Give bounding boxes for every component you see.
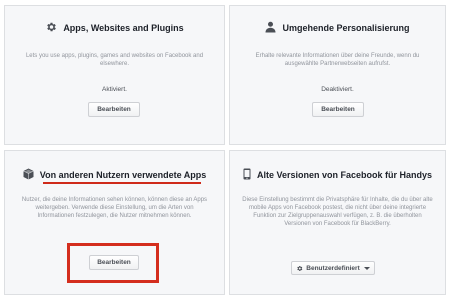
panel-title-row: Von anderen Nutzern verwendete Apps	[5, 168, 224, 182]
panel-apps-websites-plugins: Apps, Websites and Plugins Lets you use …	[4, 5, 225, 145]
panel-title: Alte Versionen von Facebook für Handys	[256, 170, 433, 180]
gear-icon	[45, 21, 57, 35]
person-icon	[265, 21, 276, 35]
panel-instant-personalization: Umgehende Personalisierung Erhalte relev…	[229, 5, 446, 145]
panel-title-row: Apps, Websites and Plugins	[5, 21, 224, 35]
panel-description: Lets you use apps, plugins, games and we…	[25, 53, 204, 67]
title-underline-annotation	[43, 182, 201, 184]
gear-icon	[296, 265, 303, 272]
cube-icon	[23, 168, 34, 182]
panel-apps-used-by-others: Von anderen Nutzern verwendete Apps Nutz…	[4, 150, 225, 295]
panel-old-mobile-versions: Alte Versionen von Facebook für Handys D…	[229, 150, 446, 295]
panel-title: Apps, Websites and Plugins	[63, 23, 184, 33]
privacy-dropdown[interactable]: Benutzerdefiniert	[291, 261, 375, 275]
panel-title: Von anderen Nutzern verwendete Apps	[39, 170, 207, 180]
chevron-down-icon	[363, 266, 370, 270]
edit-button[interactable]: Bearbeiten	[88, 102, 140, 117]
panel-title-row: Umgehende Personalisierung	[230, 21, 445, 35]
dropdown-label: Benutzerdefiniert	[306, 264, 360, 272]
panel-description: Nutzer, die deine Informationen sehen kö…	[21, 197, 208, 219]
panel-description: Diese Einstellung bestimmt die Privatsph…	[242, 197, 433, 227]
edit-button[interactable]: Bearbeiten	[89, 255, 139, 270]
status-text: Aktiviert.	[102, 86, 127, 93]
panel-title: Umgehende Personalisierung	[282, 23, 410, 33]
status-text: Deaktiviert.	[321, 86, 354, 93]
edit-button[interactable]: Bearbeiten	[312, 102, 364, 117]
panel-description: Erhalte relevante Informationen über dei…	[255, 53, 420, 67]
panel-title-row: Alte Versionen von Facebook für Handys	[230, 168, 445, 182]
mobile-phone-icon	[243, 168, 251, 182]
